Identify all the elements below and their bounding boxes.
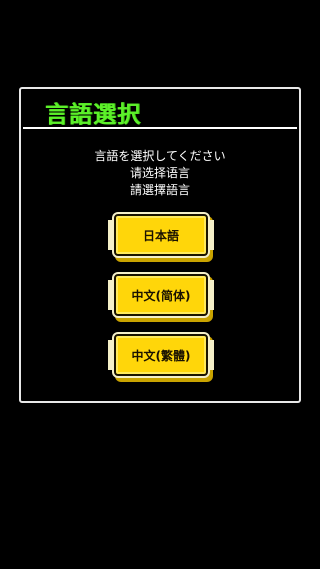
chinese-simplified-button[interactable]: 中文(简体) bbox=[108, 274, 214, 316]
chinese-traditional-button[interactable]: 中文(繁體) bbox=[108, 334, 214, 376]
title-divider bbox=[23, 127, 297, 129]
language-select-dialog: 言語選択 言語を選択してください 请选择语言 請選擇語言 日本語 中文(简体) … bbox=[19, 87, 301, 403]
japanese-button[interactable]: 日本語 bbox=[108, 214, 214, 256]
chinese-traditional-button-label: 中文(繁體) bbox=[131, 349, 191, 363]
prompt-japanese: 言語を選択してください bbox=[94, 149, 226, 163]
prompt-chinese-simplified: 请选择语言 bbox=[129, 166, 190, 180]
chinese-simplified-button-label: 中文(简体) bbox=[131, 289, 191, 303]
prompt-chinese-traditional: 請選擇語言 bbox=[129, 183, 190, 197]
japanese-button-label: 日本語 bbox=[142, 229, 179, 243]
dialog-title: 言語選択 bbox=[45, 102, 141, 128]
